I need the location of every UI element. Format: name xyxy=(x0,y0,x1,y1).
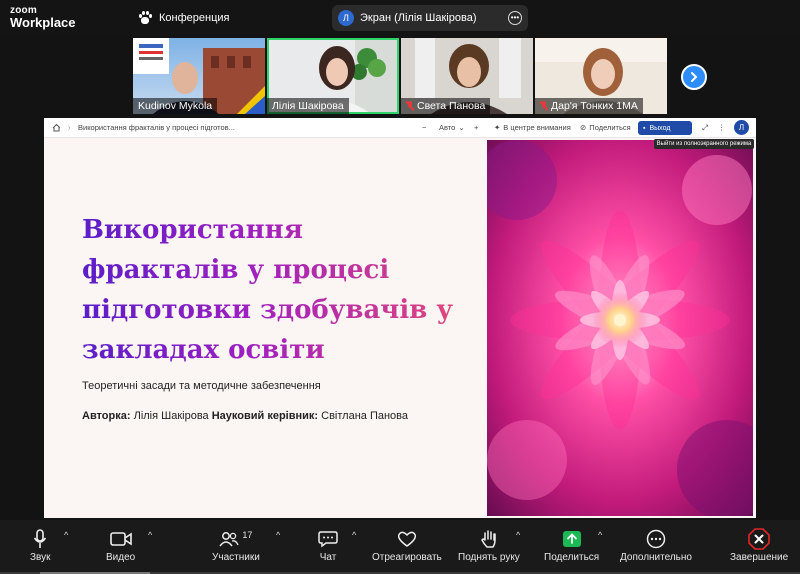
screen-share-indicator[interactable]: Л Экран (Лілія Шакірова) ••• xyxy=(332,5,528,31)
participant-name: Дар'я Тонких 1МА xyxy=(551,100,638,112)
zoom-workplace-logo: zoom Workplace xyxy=(10,5,76,30)
chevron-down-icon: ⌄ xyxy=(458,123,465,132)
participant-tile[interactable]: Дар'я Тонких 1МА xyxy=(535,38,667,114)
sharer-avatar: Л xyxy=(338,10,354,26)
share-link-button[interactable]: ⊘ Поделиться xyxy=(580,123,631,132)
microphone-icon xyxy=(34,529,47,548)
meeting-controls: Звук ^ Видео ^ 17 Участники ^ Чат ^ Отре… xyxy=(0,520,800,574)
more-button[interactable]: Дополнительно xyxy=(620,526,692,563)
breadcrumb-separator: › xyxy=(68,123,71,132)
participant-gallery: Kudinov Mykola Лілія Шакірова Света Пано… xyxy=(133,38,667,114)
slide-title: Використання фракталів у процесі підгото… xyxy=(82,210,462,370)
supervisor-label: Науковий керівник: xyxy=(211,410,319,422)
next-participants-button[interactable] xyxy=(681,64,707,90)
paw-icon xyxy=(138,11,152,25)
zoom-out-button[interactable]: − xyxy=(422,123,426,132)
more-options-icon xyxy=(646,529,666,549)
chat-options-chevron-icon[interactable]: ^ xyxy=(352,530,356,540)
participant-tile[interactable]: Света Панова xyxy=(401,38,533,114)
zoom-mode-select[interactable]: Авто ⌄ xyxy=(439,123,465,132)
chat-button[interactable]: Чат xyxy=(318,526,338,563)
raise-hand-icon xyxy=(481,530,496,548)
participant-name: Лілія Шакірова xyxy=(272,100,344,112)
breadcrumb[interactable]: Використання фракталів у процесі підгото… xyxy=(78,123,235,132)
participant-name: Kudinov Mykola xyxy=(138,100,213,112)
more-options-icon[interactable]: ••• xyxy=(508,11,522,25)
zoom-in-button[interactable]: + xyxy=(474,123,478,132)
participant-name: Света Панова xyxy=(417,100,486,112)
share-screen-icon xyxy=(562,531,581,547)
participants-count: 17 xyxy=(242,530,253,540)
participant-tile[interactable]: Kudinov Mykola xyxy=(133,38,265,114)
audio-options-chevron-icon[interactable]: ^ xyxy=(64,530,68,540)
slide-authors: Авторка: Лілія Шакірова Науковий керівни… xyxy=(82,410,408,422)
video-camera-icon xyxy=(109,532,132,546)
supervisor-name: Світлана Панова xyxy=(321,410,409,422)
audio-button[interactable]: Звук xyxy=(30,526,51,563)
raise-hand-button[interactable]: Поднять руку xyxy=(458,526,520,563)
exit-options-chevron-icon[interactable]: ⌄ xyxy=(682,123,688,132)
meeting-info[interactable]: Конференция xyxy=(138,11,229,25)
author-label: Авторка: xyxy=(82,410,131,422)
focus-icon: ✦ xyxy=(494,123,501,132)
video-options-chevron-icon[interactable]: ^ xyxy=(148,530,152,540)
more-vertical-icon[interactable]: ⋮ xyxy=(718,123,726,132)
raise-hand-options-chevron-icon[interactable]: ^ xyxy=(516,530,520,540)
end-meeting-button[interactable]: Завершение xyxy=(730,526,788,563)
slide-subtitle: Теоретичні засади та методичне забезпече… xyxy=(82,380,321,392)
home-icon[interactable] xyxy=(52,123,61,132)
link-icon: ⊘ xyxy=(580,123,587,132)
fractal-image xyxy=(487,140,753,516)
share-screen-button[interactable]: Поделиться xyxy=(544,526,599,563)
react-button[interactable]: Отреагировать xyxy=(372,526,442,563)
participants-options-chevron-icon[interactable]: ^ xyxy=(276,530,280,540)
share-options-chevron-icon[interactable]: ^ xyxy=(598,530,602,540)
mic-muted-icon xyxy=(540,101,548,111)
end-meeting-icon xyxy=(748,528,770,550)
top-bar: zoom Workplace Конференция Л Экран (Лілі… xyxy=(0,0,800,36)
participant-tile-active-speaker[interactable]: Лілія Шакірова xyxy=(267,38,399,114)
chevron-right-icon xyxy=(691,72,698,82)
author-name: Лілія Шакірова xyxy=(133,410,209,422)
shared-screen: › Використання фракталів у процесі підго… xyxy=(44,118,756,518)
user-avatar[interactable]: Л xyxy=(734,120,749,135)
present-icon: ▪ xyxy=(643,124,646,132)
heart-react-icon xyxy=(397,531,416,547)
presentation-toolbar: › Використання фракталів у процесі підго… xyxy=(44,118,756,138)
participants-button[interactable]: 17 Участники xyxy=(212,526,260,563)
tooltip: Выйти из полноэкранного режима xyxy=(654,139,754,149)
fullscreen-icon[interactable]: ⤢ xyxy=(702,123,708,133)
mic-muted-icon xyxy=(406,101,414,111)
chat-icon xyxy=(318,531,338,548)
video-button[interactable]: Видео xyxy=(106,526,135,563)
focus-button[interactable]: ✦ В центре внимания xyxy=(494,123,571,132)
meeting-title: Конференция xyxy=(159,12,230,24)
screen-share-label: Экран (Лілія Шакірова) xyxy=(360,12,477,24)
participants-icon xyxy=(219,532,239,547)
